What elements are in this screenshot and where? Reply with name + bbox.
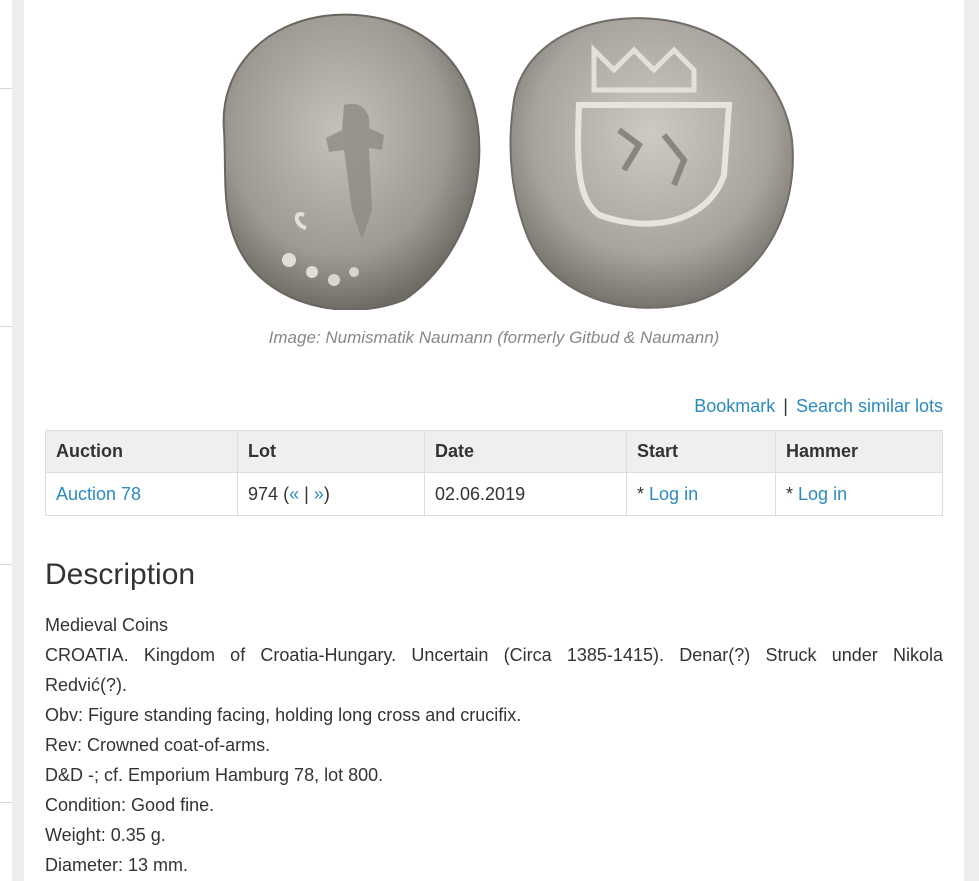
start-asterisk: *	[637, 483, 645, 504]
description-line: Condition: Good fine.	[45, 795, 215, 815]
lot-nav-separator: |	[304, 483, 309, 504]
lot-detail-panel: Image: Numismatik Naumann (formerly Gitb…	[24, 0, 964, 881]
sidebar-panel	[0, 578, 12, 803]
description-line: Weight: 0.35 g.	[45, 825, 166, 845]
action-separator: |	[783, 396, 788, 416]
bookmark-link[interactable]: Bookmark	[694, 396, 775, 416]
table-row: Auction 78 974 (« | ») 02.06.2019 * Log …	[45, 472, 943, 516]
auction-link[interactable]: Auction 78	[56, 484, 141, 504]
description-heading: Description	[45, 558, 196, 591]
sidebar-panel	[0, 100, 12, 327]
lot-paren-close: )	[323, 483, 330, 504]
auction-cell: Auction 78	[45, 472, 238, 516]
image-caption: Image: Numismatik Naumann (formerly Gitb…	[268, 328, 720, 347]
description-body: Medieval Coins CROATIA. Kingdom of Croat…	[45, 610, 943, 880]
column-header-start: Start	[626, 430, 776, 473]
description-line: CROATIA. Kingdom of Croatia-Hungary. Unc…	[45, 645, 943, 665]
description-line: Diameter: 13 mm.	[45, 855, 189, 875]
column-header-lot: Lot	[237, 430, 425, 473]
coin-image[interactable]	[194, 10, 794, 311]
hammer-cell: * Log in	[775, 472, 943, 516]
lot-number: 974	[248, 483, 279, 504]
lot-actions: Bookmark | Search similar lots	[694, 396, 943, 417]
table-header-row: Auction Lot Date Start Hammer	[45, 430, 943, 473]
description-line: Medieval Coins	[45, 615, 169, 635]
search-similar-lots-link[interactable]: Search similar lots	[796, 396, 943, 416]
hammer-login-link[interactable]: Log in	[798, 484, 847, 504]
hammer-asterisk: *	[786, 483, 794, 504]
description-line: Redvić(?).	[45, 675, 128, 695]
coin-obverse	[222, 13, 481, 311]
description-line: Rev: Crowned coat-of-arms.	[45, 735, 271, 755]
description-line: D&D -; cf. Emporium Hamburg 78, lot 800.	[45, 765, 384, 785]
left-sidebar	[0, 0, 12, 881]
lot-summary-table: Auction Lot Date Start Hammer Auction 78…	[45, 430, 943, 516]
sidebar-panel	[0, 340, 12, 565]
description-line: Obv: Figure standing facing, holding lon…	[45, 705, 522, 725]
coin-reverse	[509, 17, 794, 309]
column-header-hammer: Hammer	[775, 430, 943, 473]
lot-cell: 974 (« | »)	[237, 472, 425, 516]
column-header-date: Date	[424, 430, 627, 473]
sidebar-panel	[0, 0, 12, 89]
date-cell: 02.06.2019	[424, 472, 627, 516]
start-cell: * Log in	[626, 472, 776, 516]
start-login-link[interactable]: Log in	[649, 484, 698, 504]
previous-lot-link[interactable]: «	[289, 484, 299, 504]
next-lot-link[interactable]: »	[314, 484, 324, 504]
column-header-auction: Auction	[45, 430, 238, 473]
